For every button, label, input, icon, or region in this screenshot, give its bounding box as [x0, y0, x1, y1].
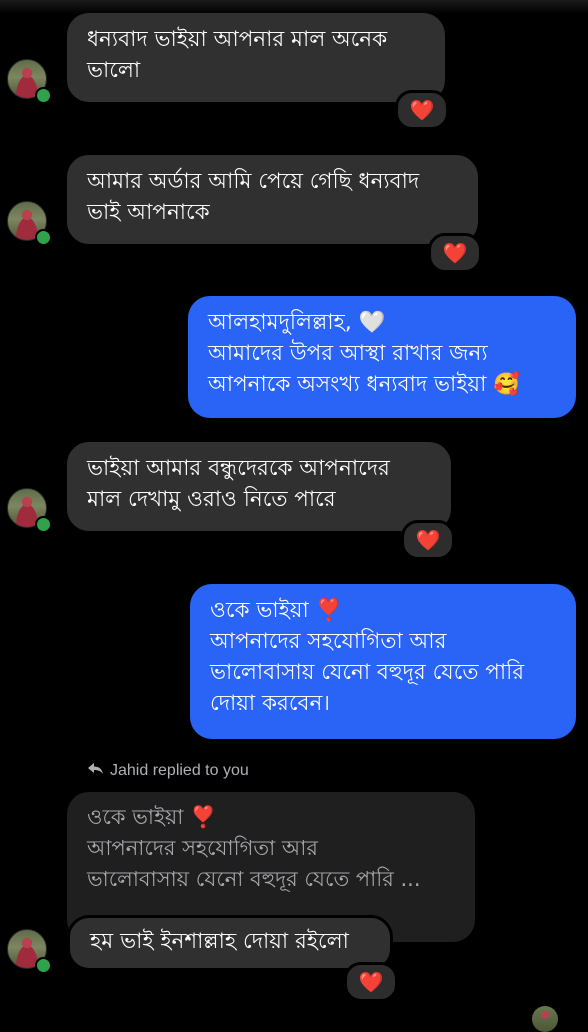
outgoing-message-bubble[interactable]: আলহামদুলিল্লাহ, 🤍 আমাদের উপর আস্থা রাখার… [188, 296, 576, 418]
message-line: ওকে ভাইয়া ❣️ [210, 598, 343, 623]
reply-label-text: Jahid replied to you [110, 762, 249, 779]
heart-reaction[interactable]: ❤️ [428, 233, 482, 273]
outgoing-message-bubble[interactable]: ওকে ভাইয়া ❣️ আপনাদের সহযোগিতা আর ভালোবা… [190, 584, 576, 739]
message-line: আপনাদের সহযোগিতা আর [210, 629, 447, 654]
top-edge-fade [0, 0, 588, 14]
incoming-message-bubble[interactable]: ভাইয়া আমার বন্ধুদেরকে আপনাদের মাল দেখাম… [67, 442, 451, 531]
heart-icon: ❤️ [409, 98, 435, 122]
message-line: আমার অর্ডার আমি পেয়ে গেছি ধন্যবাদ [87, 169, 420, 194]
heart-icon: ❤️ [415, 528, 441, 552]
heart-icon: ❤️ [358, 970, 384, 994]
heart-reaction[interactable]: ❤️ [401, 520, 455, 560]
incoming-message-bubble[interactable]: আমার অর্ডার আমি পেয়ে গেছি ধন্যবাদ ভাই আ… [67, 155, 478, 244]
quoted-line: আপনাদের সহযোগিতা আর [87, 836, 318, 860]
online-status-dot [35, 87, 52, 104]
message-line: আপনাকে অসংখ্য ধন্যবাদ ভাইয়া 🥰 [208, 372, 520, 397]
reply-context-label: Jahid replied to you [88, 762, 249, 780]
online-status-dot [35, 516, 52, 533]
online-status-dot [35, 229, 52, 246]
message-line: ভালো [87, 58, 141, 83]
message-line: মাল দেখামু ওরাও নিতে পারে [87, 487, 336, 512]
quoted-line: ওকে ভাইয়া ❣️ [87, 805, 217, 829]
message-line: আলহামদুলিল্লাহ, 🤍 [208, 310, 386, 335]
message-line: দোয়া করবেন। [210, 691, 330, 716]
incoming-message-bubble[interactable]: ধন্যবাদ ভাইয়া আপনার মাল অনেক ভালো [67, 13, 445, 102]
message-line: আমাদের উপর আস্থা রাখার জন্য [208, 341, 488, 366]
message-line: ভালোবাসায় যেনো বহুদূর যেতে পারি [210, 660, 525, 685]
reply-arrow-icon [88, 762, 104, 780]
quoted-line: ভালোবাসায় যেনো বহুদূর যেতে পারি ... [87, 867, 421, 891]
heart-reaction[interactable]: ❤️ [344, 962, 398, 1002]
message-line: ধন্যবাদ ভাইয়া আপনার মাল অনেক [87, 27, 388, 52]
incoming-message-bubble[interactable]: হম ভাই ইনশাল্লাহ দোয়া রইলো [67, 915, 393, 971]
online-status-dot [35, 957, 52, 974]
message-line: ভাই আপনাকে [87, 200, 210, 225]
message-line: হম ভাই ইনশাল্লাহ দোয়া রইলো [90, 929, 349, 954]
message-line: ভাইয়া আমার বন্ধুদেরকে আপনাদের [87, 456, 390, 481]
heart-icon: ❤️ [442, 241, 468, 265]
heart-reaction[interactable]: ❤️ [395, 90, 449, 130]
seen-receipt-avatar [532, 1006, 558, 1032]
